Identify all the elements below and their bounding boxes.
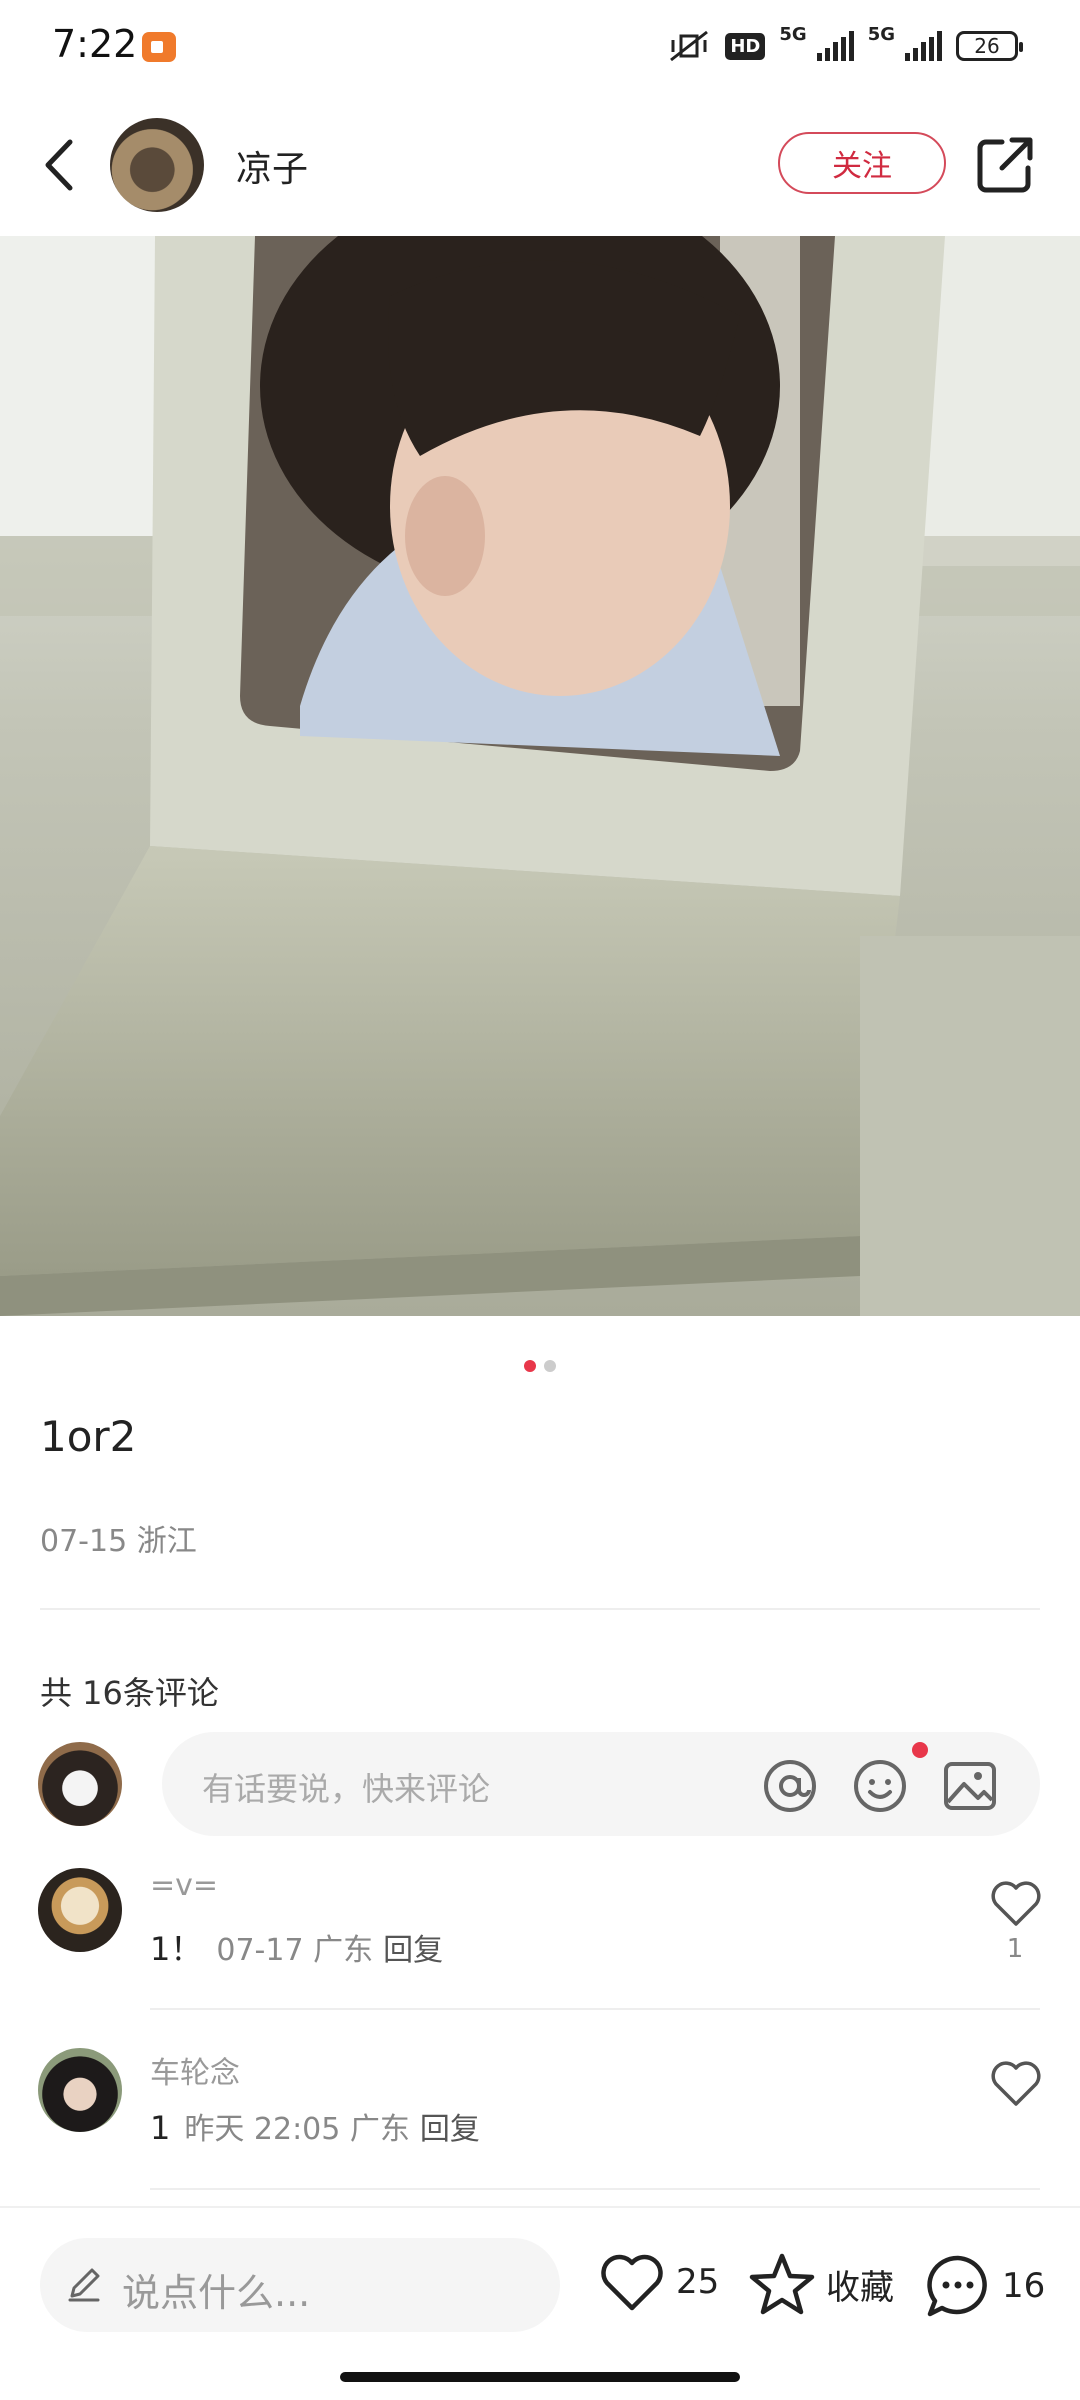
mute-vibrate-icon xyxy=(670,30,709,62)
post-date-location: 07-15 浙江 xyxy=(40,1524,197,1559)
my-avatar xyxy=(38,1742,122,1826)
like-button[interactable]: 25 xyxy=(598,2252,719,2312)
bottom-action-bar: 说点什么... 25 收藏 16 xyxy=(0,2206,1080,2400)
screen-record-icon xyxy=(142,32,176,62)
comment-body: 1 昨天 22:05 广东 回复 xyxy=(150,2104,480,2148)
comment-like-heart-icon[interactable] xyxy=(988,2058,1044,2108)
comment-button[interactable]: 16 xyxy=(924,2252,1045,2320)
divider xyxy=(150,2008,1040,2010)
author-name[interactable]: 凉子 xyxy=(236,140,308,192)
signal-icon-2 xyxy=(905,31,942,61)
post-header: 凉子 关注 xyxy=(0,100,1080,236)
divider xyxy=(40,1608,1040,1610)
network-type-2: 5G xyxy=(867,24,895,45)
notification-dot xyxy=(912,1742,928,1758)
star-icon xyxy=(749,2253,815,2315)
comment-text: 1 xyxy=(150,2109,171,2147)
network-type-1: 5G xyxy=(779,24,807,45)
carousel-dot-active xyxy=(524,1360,536,1372)
carousel-dot xyxy=(544,1360,556,1372)
at-mention-icon[interactable] xyxy=(762,1758,818,1814)
commenter-name[interactable]: 车轮念 xyxy=(150,2048,240,2092)
home-indicator[interactable] xyxy=(340,2372,740,2382)
carousel-indicator xyxy=(0,1360,1080,1380)
battery-icon: 26 xyxy=(956,31,1023,61)
status-bar: 7:22 HD 5G 5G 26 xyxy=(0,0,1080,92)
status-time: 7:22 xyxy=(52,22,138,66)
divider xyxy=(150,2188,1040,2190)
comment-input[interactable]: 有话要说，快来评论 xyxy=(162,1732,1040,1836)
share-button[interactable] xyxy=(972,132,1038,198)
comment-like-heart-icon[interactable] xyxy=(988,1878,1044,1928)
comment-meta: 昨天 22:05 广东 xyxy=(184,2112,410,2147)
comment-item: 车轮念 1 昨天 22:05 广东 回复 xyxy=(0,2048,1080,2228)
commenter-avatar[interactable] xyxy=(38,2048,122,2132)
reply-link[interactable]: 回复 xyxy=(383,1933,443,1968)
comment-text: 1！ xyxy=(150,1930,203,1968)
back-button[interactable] xyxy=(30,130,90,200)
like-count: 25 xyxy=(676,2262,720,2302)
hd-voice-icon: HD xyxy=(725,32,766,60)
reply-link[interactable]: 回复 xyxy=(420,2112,480,2147)
commenter-avatar[interactable] xyxy=(38,1868,122,1952)
post-photo[interactable] xyxy=(0,236,1080,1316)
comment-meta: 07-17 广东 xyxy=(216,1933,374,1968)
comment-count-label: 共 16条评论 xyxy=(40,1674,219,1712)
emoji-icon[interactable] xyxy=(852,1758,908,1814)
comment-like-count: 1 xyxy=(1006,1934,1024,1964)
commenter-name[interactable]: =v= xyxy=(150,1868,218,1903)
pencil-icon xyxy=(68,2268,100,2302)
image-icon[interactable] xyxy=(942,1758,998,1814)
comment-bubble-icon xyxy=(927,2255,987,2317)
author-avatar[interactable] xyxy=(110,118,204,212)
post-title: 1or2 xyxy=(40,1412,137,1461)
follow-button[interactable]: 关注 xyxy=(778,132,946,194)
say-something-input[interactable]: 说点什么... xyxy=(40,2238,560,2332)
comment-count: 16 xyxy=(1002,2266,1046,2306)
collect-label: 收藏 xyxy=(826,2267,894,2308)
share-icon xyxy=(977,137,1033,193)
status-icons: HD 5G 5G 26 xyxy=(667,24,1023,66)
comment-item: =v= 1！ 07-17 广东 回复 1 xyxy=(0,1868,1080,2048)
chevron-left-icon xyxy=(45,139,73,191)
comment-body: 1！ 07-17 广东 回复 xyxy=(150,1924,443,1970)
comment-input-placeholder: 有话要说，快来评论 xyxy=(202,1770,491,1808)
signal-icon-1 xyxy=(816,31,854,61)
collect-button[interactable]: 收藏 xyxy=(748,2252,894,2316)
say-something-placeholder: 说点什么... xyxy=(122,2271,311,2315)
mirror-photo-image xyxy=(0,236,1080,1316)
heart-icon xyxy=(601,2254,663,2311)
